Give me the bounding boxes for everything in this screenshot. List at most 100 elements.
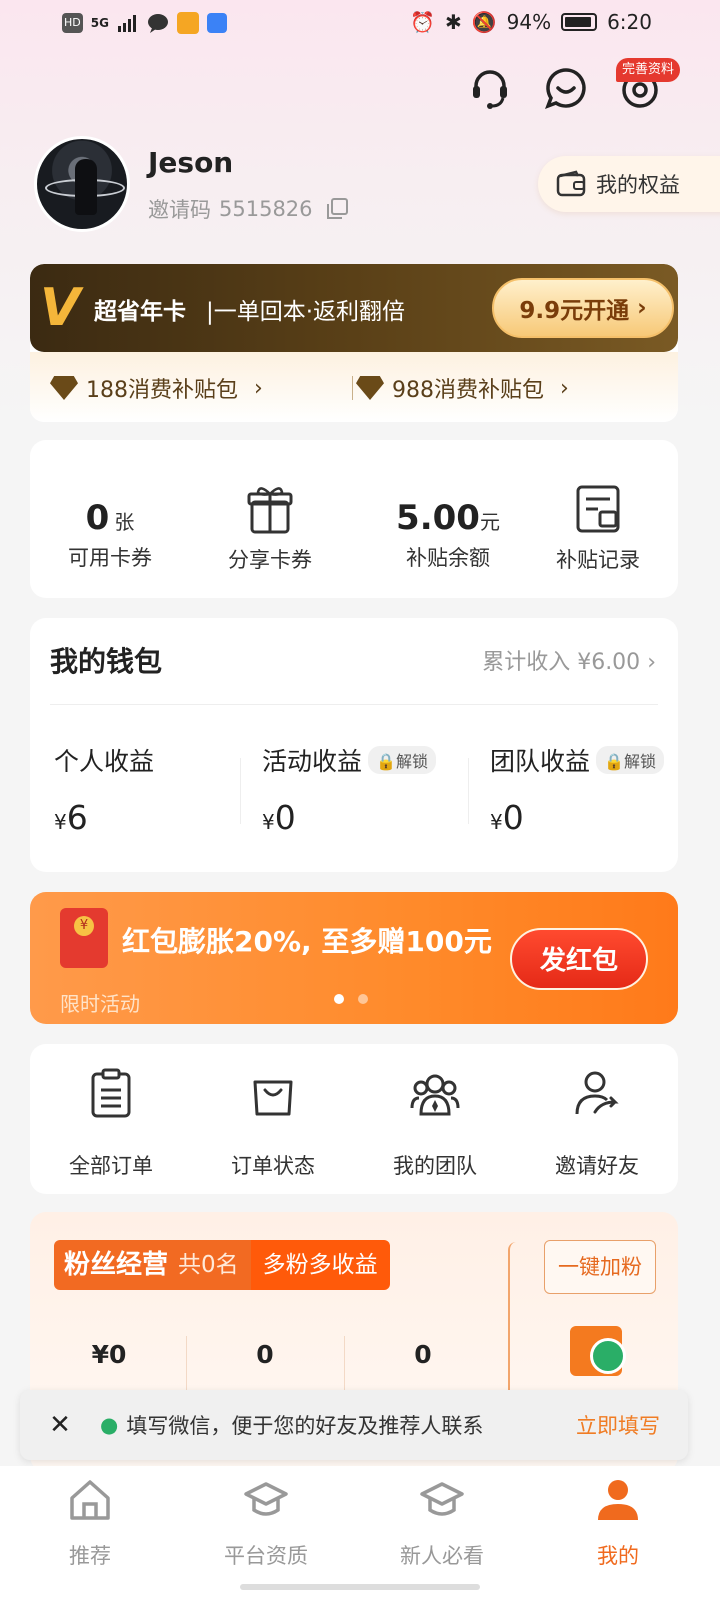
invite-icon	[575, 1071, 619, 1115]
red-packet-icon	[60, 908, 108, 968]
share-coupon-label: 分享卡券	[228, 548, 312, 572]
invite-label: 邀请码	[148, 198, 211, 222]
send-red-packet-button[interactable]: 发红包	[510, 928, 648, 990]
wallet-card: 我的钱包 累计收入 ¥6.00 › 个人收益 ¥6 活动收益 🔒解锁 ¥0 团队收…	[30, 618, 678, 872]
status-left: HD 5G	[62, 12, 227, 34]
vip-open-label: 9.9元开通	[519, 298, 630, 324]
package-988[interactable]: 988消费补贴包 ›	[356, 372, 569, 404]
fill-now-link[interactable]: 立即填写	[576, 1410, 660, 1440]
earn-value: 6	[66, 798, 88, 837]
network-indicator: 5G	[90, 16, 109, 30]
tab-label: 平台资质	[224, 1544, 308, 1568]
all-orders-button[interactable]: 全部订单	[30, 1068, 192, 1180]
home-icon	[70, 1480, 110, 1520]
gift-icon	[247, 487, 293, 534]
tab-bar: 推荐 平台资质 新人必看 我的	[0, 1466, 720, 1600]
tab-mine[interactable]: 我的	[528, 1476, 708, 1570]
tab-label: 我的	[597, 1544, 639, 1568]
grid-label: 邀请好友	[555, 1154, 639, 1178]
order-status-button[interactable]: 订单状态	[192, 1068, 354, 1180]
bluetooth-icon: ✱	[444, 10, 462, 34]
total-income: 累计收入 ¥6.00	[482, 650, 641, 675]
status-right: ⏰ ✱ 🔕 94% 6:20	[410, 10, 652, 34]
total-income-link[interactable]: 累计收入 ¥6.00 ›	[482, 644, 656, 676]
vip-open-button[interactable]: 9.9元开通 ›	[492, 278, 674, 338]
invite-friends-button[interactable]: 邀请好友	[516, 1068, 678, 1180]
team-earnings-label[interactable]: 团队收益 🔒解锁	[490, 742, 664, 778]
vip-banner: V 超省年卡 |一单回本·返利翻倍 9.9元开通 ›	[30, 264, 678, 352]
copy-icon[interactable]	[325, 197, 349, 221]
personal-earnings-label[interactable]: 个人收益	[54, 742, 154, 778]
customer-service-icon[interactable]	[468, 66, 512, 110]
divider	[352, 376, 353, 400]
grid-label: 订单状态	[231, 1154, 315, 1178]
bag-icon	[253, 1080, 293, 1116]
earn-label: 团队收益	[490, 747, 591, 776]
avatar[interactable]	[34, 136, 130, 232]
user-icon	[598, 1480, 638, 1520]
tab-label: 推荐	[69, 1544, 111, 1568]
wallet-title: 我的钱包	[50, 645, 163, 678]
grid-label: 全部订单	[69, 1154, 153, 1178]
hd-indicator: HD	[62, 13, 83, 33]
team-icon	[410, 1074, 460, 1116]
activity-earnings-label[interactable]: 活动收益 🔒解锁	[262, 742, 436, 778]
tab-recommend[interactable]: 推荐	[0, 1476, 180, 1570]
message-icon	[147, 14, 168, 33]
red-packet-banner[interactable]: 红包膨胀20%, 至多赠100元 限时活动 发红包	[30, 892, 678, 1024]
package-188[interactable]: 188消费补贴包 ›	[50, 372, 263, 404]
fans-tag: 粉丝经营 共0名 多粉多收益	[54, 1240, 390, 1290]
chat-icon[interactable]	[544, 66, 588, 110]
graduation-cap-icon	[420, 1482, 464, 1516]
coupon-unit: 张	[114, 510, 135, 534]
my-rights-label: 我的权益	[596, 173, 680, 197]
divider	[50, 704, 658, 705]
subsidy-record-stat[interactable]: 补贴记录	[518, 484, 678, 574]
unlock-badge[interactable]: 🔒解锁	[596, 746, 664, 774]
chevron-right-icon: ›	[254, 375, 263, 401]
coupon-count: 0	[85, 498, 110, 538]
tab-qualification[interactable]: 平台资质	[176, 1476, 356, 1570]
alarm-icon: ⏰	[410, 10, 435, 34]
package-label: 188消费补贴包	[86, 378, 238, 403]
my-team-button[interactable]: 我的团队	[354, 1068, 516, 1180]
currency: ¥	[490, 810, 503, 834]
clipboard-icon	[91, 1068, 131, 1118]
coupon-stat[interactable]: 0 张 可用卡券	[30, 498, 190, 572]
vip-title: 超省年卡	[94, 299, 186, 325]
fans-count: 共0名	[178, 1240, 251, 1290]
subsidy-balance-stat[interactable]: 5.00元 补贴余额	[368, 498, 528, 572]
wallet-icon	[556, 170, 586, 197]
close-icon[interactable]: ✕	[20, 1410, 100, 1440]
personal-earnings-value: ¥6	[54, 798, 88, 837]
chevron-right-icon: ›	[560, 375, 569, 401]
subsidy-unit: 元	[479, 510, 500, 534]
app-icon	[206, 13, 227, 33]
grid-label: 我的团队	[393, 1154, 477, 1178]
complete-profile-badge[interactable]: 完善资料	[616, 58, 681, 82]
fans-month-value: 0	[414, 1340, 432, 1369]
unlock-badge[interactable]: 🔒解锁	[368, 746, 436, 774]
vip-card[interactable]: V 超省年卡 |一单回本·返利翻倍 9.9元开通 › 188消费补贴包 › 98…	[30, 264, 678, 422]
my-rights-button[interactable]: 我的权益	[538, 156, 720, 212]
tab-newcomer[interactable]: 新人必看	[352, 1476, 532, 1570]
invite-code-row: 邀请码 5515826	[148, 194, 349, 224]
coupon-label: 可用卡券	[68, 546, 152, 570]
divider	[186, 1336, 187, 1396]
vip-logo: V	[40, 278, 81, 338]
notice-text: 填写微信，便于您的好友及推荐人联系	[126, 1414, 484, 1438]
add-fans-button[interactable]: 一键加粉	[544, 1240, 656, 1294]
carousel-dot	[334, 994, 344, 1004]
divider	[344, 1336, 345, 1396]
chevron-right-icon: ›	[647, 650, 656, 675]
divider	[240, 758, 241, 824]
wechat-notice[interactable]: ✕ ● 填写微信，便于您的好友及推荐人联系 立即填写	[20, 1390, 688, 1460]
app-icon	[176, 12, 199, 34]
stats-card: 0 张 可用卡券 分享卡券 5.00元 补贴余额 补贴记录	[30, 440, 678, 598]
battery-icon	[561, 13, 598, 31]
package-label: 988消费补贴包	[392, 378, 544, 403]
username: Jeson	[148, 146, 234, 179]
subsidy-balance-label: 补贴余额	[406, 546, 490, 570]
status-bar: HD 5G ⏰ ✱ 🔕 94% 6:20	[0, 0, 720, 48]
share-coupon-stat[interactable]: 分享卡券	[190, 484, 350, 574]
